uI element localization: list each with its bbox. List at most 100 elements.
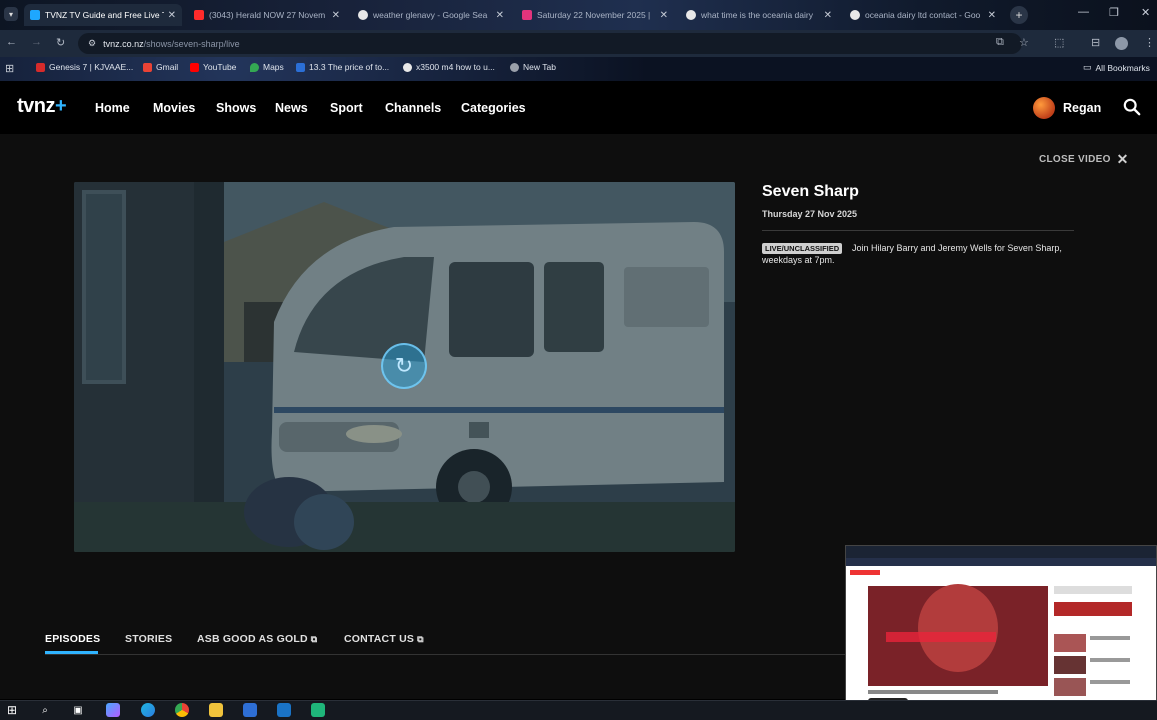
tab-label: Saturday 22 November 2025 |: [537, 10, 651, 20]
profile-avatar[interactable]: [1115, 37, 1128, 50]
maps-pin-icon: [250, 62, 259, 72]
browser-tab-strip: ▾ TVNZ TV Guide and Free Live T ✕ (3043)…: [0, 0, 1157, 30]
close-icon[interactable]: ✕: [332, 10, 340, 21]
window-close-icon[interactable]: ✕: [1141, 6, 1150, 19]
tvnz-favicon-icon: [30, 10, 40, 20]
url-host: tvnz.co.nz: [103, 38, 144, 49]
tab-label: (3043) Herald NOW 27 Novem: [209, 10, 326, 20]
tab-label: STORIES: [125, 633, 173, 645]
address-bar[interactable]: ⚙ tvnz.co.nz/shows/seven-sharp/live: [78, 33, 1022, 54]
browser-tab-saturday[interactable]: Saturday 22 November 2025 | ✕: [516, 4, 674, 26]
user-name[interactable]: Regan: [1063, 101, 1101, 115]
chrome-icon[interactable]: [175, 703, 189, 717]
close-icon[interactable]: ✕: [496, 10, 504, 21]
bookmark-gmail[interactable]: Gmail: [143, 62, 178, 72]
google-favicon-icon: [850, 10, 860, 20]
nav-categories[interactable]: Categories: [461, 101, 526, 115]
os-taskbar: [0, 700, 1157, 720]
install-app-icon[interactable]: ⧉: [996, 36, 1004, 49]
bookmark-label: New Tab: [523, 62, 556, 72]
pip-screenshot: [846, 546, 1156, 712]
chevron-down-icon: ▾: [8, 9, 13, 19]
folder-icon: ▭: [1083, 62, 1092, 72]
google-favicon-icon: [686, 10, 696, 20]
browser-tab-tvnz[interactable]: TVNZ TV Guide and Free Live T ✕: [24, 4, 182, 26]
tab-label: weather glenavy - Google Sea: [373, 10, 488, 20]
tab-search-button[interactable]: ▾: [4, 7, 18, 21]
minimize-icon[interactable]: —: [1078, 6, 1089, 18]
close-icon[interactable]: ✕: [168, 10, 176, 21]
tab-group-icon[interactable]: ⊟: [1091, 36, 1100, 49]
bookmark-label: YouTube: [203, 62, 237, 72]
pip-window-thumbnail[interactable]: [845, 545, 1157, 713]
tab-label: EPISODES: [45, 633, 101, 645]
all-bookmarks-button[interactable]: ▭ All Bookmarks: [1083, 62, 1150, 73]
app-icon[interactable]: [311, 703, 325, 717]
store-icon[interactable]: [243, 703, 257, 717]
back-icon[interactable]: ←: [6, 36, 17, 48]
tab-label: TVNZ TV Guide and Free Live T: [45, 10, 164, 20]
tab-label: ASB GOOD AS GOLD: [197, 633, 308, 645]
divider: [762, 230, 1074, 231]
bookmark-x3500[interactable]: x3500 m4 how to u...: [403, 62, 495, 72]
external-link-icon: ⧉: [417, 634, 424, 644]
windows-start-icon[interactable]: ⊞: [5, 703, 19, 717]
browser-tab-weather[interactable]: weather glenavy - Google Sea ✕: [352, 4, 510, 26]
copilot-icon[interactable]: [106, 703, 120, 717]
outlook-icon[interactable]: [277, 703, 291, 717]
tab-contact-us[interactable]: CONTACT US ⧉: [344, 633, 424, 645]
close-icon[interactable]: ✕: [660, 10, 668, 21]
apps-grid-icon[interactable]: ⊞: [5, 62, 14, 75]
url-path: /shows/seven-sharp/live: [143, 38, 240, 49]
close-video-button[interactable]: CLOSE VIDEO ✕: [1039, 151, 1129, 168]
tvnz-logo[interactable]: tvnz+: [17, 95, 67, 118]
logo-text: tvnz: [17, 95, 56, 117]
task-view-icon[interactable]: ▣: [71, 703, 85, 717]
plus-icon: +: [1015, 8, 1023, 22]
nav-shows[interactable]: Shows: [216, 101, 256, 115]
external-link-icon: ⧉: [310, 634, 318, 644]
tab-asb-good-as-gold[interactable]: ASB GOOD AS GOLD ⧉: [197, 633, 317, 645]
user-avatar[interactable]: [1033, 97, 1055, 119]
tab-label: what time is the oceania dairy: [701, 10, 813, 20]
browser-tab-oceania-time[interactable]: what time is the oceania dairy ✕: [680, 4, 838, 26]
search-icon[interactable]: [1123, 98, 1141, 116]
nav-sport[interactable]: Sport: [330, 101, 363, 115]
bookmark-label: Gmail: [156, 62, 179, 72]
show-date: Thursday 27 Nov 2025: [762, 209, 858, 219]
new-tab-button[interactable]: +: [1010, 6, 1028, 24]
browser-tab-oceania-contact[interactable]: oceania dairy ltd contact - Goo ✕: [844, 4, 1002, 26]
nav-movies[interactable]: Movies: [153, 101, 195, 115]
reload-icon[interactable]: ↻: [56, 36, 65, 49]
tab-stories[interactable]: STORIES: [125, 633, 172, 645]
bookmark-star-icon[interactable]: ☆: [1019, 36, 1029, 49]
close-icon[interactable]: ✕: [988, 10, 996, 21]
menu-kebab-icon[interactable]: ⋮: [1144, 36, 1155, 49]
site-info-icon[interactable]: ⚙: [88, 38, 96, 49]
forward-icon[interactable]: →: [31, 36, 42, 48]
bookmark-maps[interactable]: Maps: [250, 62, 284, 72]
logo-plus: +: [55, 95, 67, 117]
globe-icon: [510, 62, 519, 72]
nav-home[interactable]: Home: [95, 101, 130, 115]
edge-icon[interactable]: [141, 703, 155, 717]
bookmark-label: Maps: [263, 62, 284, 72]
extensions-icon[interactable]: ⬚: [1054, 36, 1064, 49]
restore-icon[interactable]: ❐: [1109, 6, 1119, 19]
bookmark-label: x3500 m4 how to u...: [416, 62, 495, 72]
show-title: Seven Sharp: [762, 183, 859, 200]
nav-news[interactable]: News: [275, 101, 308, 115]
tab-episodes[interactable]: EPISODES: [45, 633, 100, 645]
nav-channels[interactable]: Channels: [385, 101, 441, 115]
bookmark-youtube[interactable]: YouTube: [190, 62, 236, 72]
bookmark-price[interactable]: 13.3 The price of to...: [296, 62, 389, 72]
youtube-favicon-icon: [194, 10, 204, 20]
bookmark-new-tab[interactable]: New Tab: [510, 62, 556, 72]
close-icon: ✕: [1116, 151, 1129, 167]
tabs-divider: [45, 654, 845, 655]
file-explorer-icon[interactable]: [209, 703, 223, 717]
search-icon[interactable]: ⌕: [38, 703, 52, 717]
browser-tab-herald[interactable]: (3043) Herald NOW 27 Novem ✕: [188, 4, 346, 26]
bookmark-genesis[interactable]: Genesis 7 | KJVAAE...: [36, 62, 133, 72]
close-icon[interactable]: ✕: [824, 10, 832, 21]
